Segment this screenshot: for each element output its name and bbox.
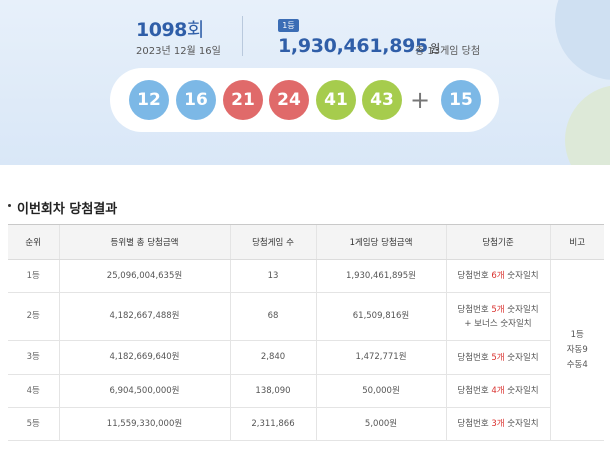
criteria-count: 4개: [491, 386, 505, 396]
header-per-game-prize: 1게임당 당첨금액: [315, 224, 446, 260]
cell-total: 11,559,330,000원: [58, 407, 230, 441]
cell-rank: 5등: [8, 407, 59, 441]
cell-games: 2,311,866: [229, 407, 316, 441]
header-total-prize: 등위별 총 당첨금액: [58, 224, 230, 260]
cell-rank: 2등: [8, 292, 59, 341]
cell-rank: 4등: [8, 374, 59, 408]
cell-games: 2,840: [229, 340, 316, 375]
header-winning-games: 당첨게임 수: [229, 224, 316, 260]
criteria-prefix: 당첨번호: [457, 352, 492, 363]
plus-sign: +: [410, 86, 431, 114]
winning-ball: 16: [176, 80, 216, 120]
cell-criteria: 당첨번호 6개 숫자일치: [445, 259, 550, 293]
section-title: 이번회차 당첨결과: [8, 198, 117, 217]
criteria-prefix: 당첨번호: [457, 386, 492, 396]
winning-ball: 41: [316, 80, 356, 120]
prize-amount-value: 1,930,461,895: [278, 35, 428, 57]
cell-total: 6,904,500,000원: [58, 374, 230, 408]
cell-per-game: 1,472,771원: [315, 340, 446, 375]
cell-total: 25,096,004,635원: [58, 259, 230, 293]
table-row: 3등 4,182,669,640원 2,840 1,472,771원 당첨번호 …: [8, 340, 604, 375]
criteria-extra: + 보너스 숫자일치: [464, 318, 532, 329]
header-rank: 순위: [8, 224, 59, 260]
cell-total: 4,182,669,640원: [58, 340, 230, 375]
winning-ball: 12: [129, 80, 169, 120]
winning-ball: 21: [223, 80, 263, 120]
cell-per-game: 5,000원: [315, 407, 446, 441]
cell-criteria: 당첨번호 5개 숫자일치: [445, 340, 550, 375]
cell-rank: 1등: [8, 259, 59, 293]
cell-criteria: 당첨번호 5개 숫자일치 + 보너스 숫자일치: [445, 292, 550, 341]
decorative-circle: [565, 85, 610, 165]
cell-games: 68: [229, 292, 316, 341]
criteria-count: 6개: [491, 271, 505, 281]
criteria-count: 3개: [491, 419, 505, 429]
cell-games: 13: [229, 259, 316, 293]
criteria-suffix: 숫자일치: [504, 304, 539, 315]
criteria-prefix: 당첨번호: [457, 271, 492, 281]
header-note: 비고: [549, 224, 604, 260]
criteria-suffix: 숫자일치: [504, 271, 539, 281]
cell-criteria: 당첨번호 4개 숫자일치: [445, 374, 550, 408]
criteria-prefix: 당첨번호: [457, 304, 492, 315]
cell-total: 4,182,667,488원: [58, 292, 230, 341]
table-header-row: 순위 등위별 총 당첨금액 당첨게임 수 1게임당 당첨금액 당첨기준 비고: [8, 224, 604, 260]
first-prize-badge: 1등: [278, 19, 299, 32]
draw-date: 2023년 12월 16일: [136, 46, 221, 57]
bonus-ball: 15: [441, 80, 481, 120]
decorative-circle: [555, 0, 610, 80]
criteria-suffix: 숫자일치: [504, 386, 539, 396]
cell-per-game: 61,509,816원: [315, 292, 446, 341]
winning-ball: 43: [362, 80, 402, 120]
criteria-suffix: 숫자일치: [504, 419, 539, 429]
round-number: 1098: [136, 19, 187, 41]
cell-criteria: 당첨번호 3개 숫자일치: [445, 407, 550, 441]
round-suffix: 회: [186, 19, 204, 41]
divider: [242, 16, 243, 56]
winning-ball: 24: [269, 80, 309, 120]
results-table: 순위 등위별 총 당첨금액 당첨게임 수 1게임당 당첨금액 당첨기준 비고 1…: [8, 224, 604, 441]
section-title-text: 이번회차 당첨결과: [17, 202, 118, 217]
table-row: 2등 4,182,667,488원 68 61,509,816원 당첨번호 5개…: [8, 292, 604, 341]
cell-per-game: 1,930,461,895원: [315, 259, 446, 293]
note-line: 1등: [570, 329, 584, 340]
first-prize-winners: 총 13게임 당첨: [415, 46, 481, 57]
draw-round: 1098회: [136, 15, 204, 42]
criteria-prefix: 당첨번호: [457, 419, 492, 429]
table-row: 4등 6,904,500,000원 138,090 50,000원 당첨번호 4…: [8, 374, 604, 408]
note-line: 수동4: [566, 359, 588, 370]
criteria-suffix: 숫자일치: [504, 352, 539, 363]
cell-note: 1등자동9 수동4: [549, 259, 604, 441]
note-line: 자동9: [566, 344, 588, 355]
criteria-count: 5개: [491, 352, 505, 363]
cell-per-game: 50,000원: [315, 374, 446, 408]
header-criteria: 당첨기준: [445, 224, 550, 260]
table-row: 1등 25,096,004,635원 13 1,930,461,895원 당첨번…: [8, 259, 604, 441]
criteria-count: 5개: [491, 304, 505, 315]
table-row: 5등 11,559,330,000원 2,311,866 5,000원 당첨번호…: [8, 407, 604, 441]
cell-games: 138,090: [229, 374, 316, 408]
cell-rank: 3등: [8, 340, 59, 375]
bullet-icon: [8, 204, 11, 207]
